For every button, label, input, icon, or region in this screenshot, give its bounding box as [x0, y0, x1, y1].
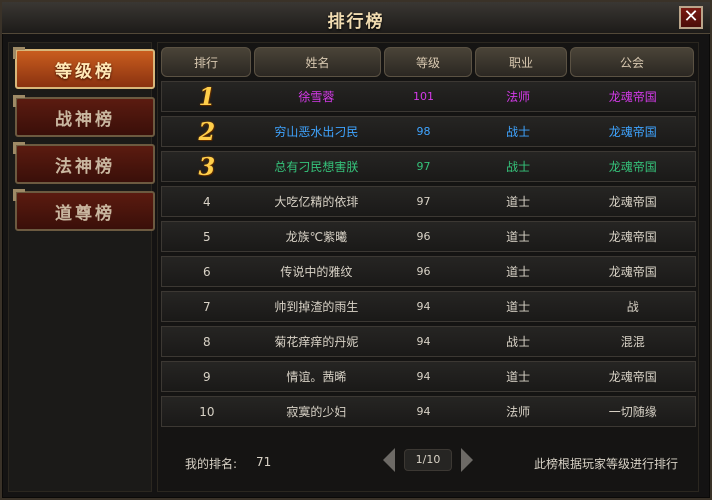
level-cell: 96 — [416, 265, 431, 278]
rank-cell: 1 — [198, 82, 216, 111]
guild-cell: 龙魂帝国 — [608, 370, 657, 384]
level-cell: 97 — [416, 160, 431, 173]
my-rank-value: 71 — [256, 455, 272, 469]
window-title: 排行榜 — [327, 12, 385, 32]
job-cell: 道士 — [506, 265, 531, 279]
rank-cell: 8 — [203, 334, 211, 349]
table-header: 排行 姓名 等级 职业 公会 — [161, 47, 699, 77]
level-cell: 94 — [416, 370, 431, 383]
tab-level-ranking[interactable]: 等级榜 — [13, 47, 155, 89]
job-cell: 战士 — [506, 125, 531, 139]
tab-corner-ornament — [13, 189, 25, 201]
page-indicator: 1/10 — [404, 449, 452, 471]
table-row[interactable]: 4 大吃亿精的依琲 97 道士 龙魂帝国 — [161, 186, 696, 217]
tab-corner-ornament — [13, 142, 25, 154]
ranking-footer: 我的排名: 71 1/10 此榜根据玩家等级进行排行 — [158, 443, 700, 491]
table-row[interactable]: 2 穷山恶水出刁民 98 战士 龙魂帝国 — [161, 116, 696, 147]
name-cell: 龙族℃紫曦 — [285, 230, 348, 244]
name-cell: 穷山恶水出刁民 — [274, 125, 359, 139]
rank-cell: 9 — [203, 369, 211, 384]
level-cell: 96 — [416, 230, 431, 243]
header-job[interactable]: 职业 — [475, 47, 567, 77]
ranking-note: 此榜根据玩家等级进行排行 — [533, 457, 678, 471]
guild-cell: 一切随缘 — [608, 405, 657, 419]
table-row[interactable]: 10 寂寞的少妇 94 法师 一切随缘 — [161, 396, 696, 427]
table-row[interactable]: 7 帅到掉渣的雨生 94 道士 战 — [161, 291, 696, 322]
job-cell: 法师 — [506, 405, 531, 419]
guild-cell: 战 — [626, 300, 639, 314]
table-row[interactable]: 5 龙族℃紫曦 96 道士 龙魂帝国 — [161, 221, 696, 252]
sidebar: 等级榜 战神榜 法神榜 道尊榜 — [8, 42, 155, 492]
rank-cell: 4 — [203, 194, 211, 209]
my-rank-label: 我的排名: — [185, 457, 238, 471]
level-cell: 94 — [416, 405, 431, 418]
next-page-icon[interactable] — [461, 448, 473, 472]
name-cell: 大吃亿精的依琲 — [274, 195, 359, 209]
ranking-window: 排行榜 ✕ 等级榜 战神榜 法神榜 道尊榜 排行 姓名 等级 职业 公会 1 徐… — [0, 0, 712, 500]
name-cell: 情谊。茜晞 — [286, 370, 347, 384]
close-button[interactable]: ✕ — [679, 6, 703, 29]
tab-taoist-ranking[interactable]: 道尊榜 — [13, 189, 155, 231]
rank-cell: 3 — [198, 152, 216, 181]
tab-warrior-ranking[interactable]: 战神榜 — [13, 95, 155, 137]
rank-cell: 6 — [203, 264, 211, 279]
job-cell: 战士 — [506, 160, 531, 174]
rank-cell: 7 — [203, 299, 211, 314]
rank-cell: 5 — [203, 229, 211, 244]
job-cell: 道士 — [506, 230, 531, 244]
guild-cell: 龙魂帝国 — [608, 265, 657, 279]
level-cell: 98 — [416, 125, 431, 138]
tab-mage-ranking[interactable]: 法神榜 — [13, 142, 155, 184]
table-row[interactable]: 1 徐雪蓉 101 法师 龙魂帝国 — [161, 81, 696, 112]
job-cell: 道士 — [506, 370, 531, 384]
header-rank[interactable]: 排行 — [161, 47, 251, 77]
name-cell: 菊花痒痒的丹妮 — [274, 335, 359, 349]
guild-cell: 龙魂帝国 — [608, 195, 657, 209]
prev-page-icon[interactable] — [383, 448, 395, 472]
job-cell: 法师 — [506, 90, 531, 104]
name-cell: 寂寞的少妇 — [286, 405, 347, 419]
guild-cell: 龙魂帝国 — [608, 125, 657, 139]
tab-label: 战神榜 — [55, 109, 115, 130]
header-level[interactable]: 等级 — [384, 47, 472, 77]
tab-corner-ornament — [13, 47, 25, 59]
table-row[interactable]: 8 菊花痒痒的丹妮 94 战士 混混 — [161, 326, 696, 357]
name-cell: 总有刁民想害朕 — [274, 160, 359, 174]
ranking-panel: 排行 姓名 等级 职业 公会 1 徐雪蓉 101 法师 龙魂帝国 2 穷山恶水出… — [157, 42, 699, 492]
job-cell: 道士 — [506, 195, 531, 209]
tab-label: 道尊榜 — [55, 203, 115, 224]
header-name[interactable]: 姓名 — [254, 47, 381, 77]
name-cell: 徐雪蓉 — [298, 90, 335, 104]
tab-label: 法神榜 — [55, 156, 115, 177]
tab-label: 等级榜 — [55, 61, 115, 82]
level-cell: 94 — [416, 300, 431, 313]
table-row[interactable]: 6 传说中的雅纹 96 道士 龙魂帝国 — [161, 256, 696, 287]
level-cell: 97 — [416, 195, 431, 208]
name-cell: 帅到掉渣的雨生 — [274, 300, 359, 314]
level-cell: 101 — [413, 90, 435, 103]
rank-cell: 2 — [198, 117, 216, 146]
guild-cell: 混混 — [620, 335, 645, 349]
name-cell: 传说中的雅纹 — [280, 265, 353, 279]
table-row[interactable]: 9 情谊。茜晞 94 道士 龙魂帝国 — [161, 361, 696, 392]
table-row[interactable]: 3 总有刁民想害朕 97 战士 龙魂帝国 — [161, 151, 696, 182]
title-bar: 排行榜 ✕ — [2, 2, 710, 34]
guild-cell: 龙魂帝国 — [608, 90, 657, 104]
header-guild[interactable]: 公会 — [570, 47, 694, 77]
guild-cell: 龙魂帝国 — [608, 230, 657, 244]
job-cell: 战士 — [506, 335, 531, 349]
job-cell: 道士 — [506, 300, 531, 314]
rank-cell: 10 — [199, 404, 215, 419]
tab-corner-ornament — [13, 95, 25, 107]
guild-cell: 龙魂帝国 — [608, 160, 657, 174]
level-cell: 94 — [416, 335, 431, 348]
